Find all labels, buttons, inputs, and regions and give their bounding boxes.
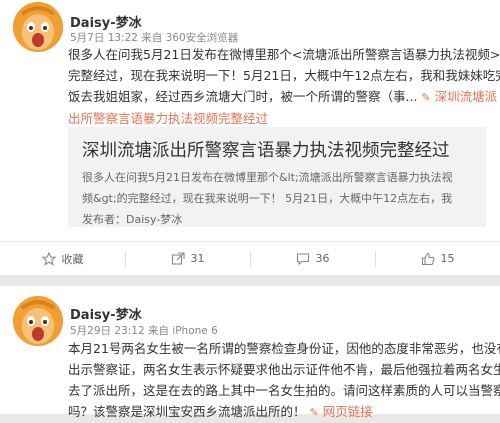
share-card[interactable]: 深圳流塘派出所警察言语暴力执法视频完整经过 很多人在问我5月21日发布在微博里那… [68, 127, 486, 227]
link-label: 网页链接 [322, 404, 373, 419]
post-body: 很多人在问我5月21日发布在微博里那个<流塘派出所警察言语暴力执法视频>的 完整… [68, 44, 500, 129]
share-card-author: 发布者：Daisy-梦冰 [82, 213, 183, 226]
share-desc-line: 很多人在问我5月21日发布在微博里那个&lt;流塘派出所警察言语暴力执法视 [82, 171, 453, 184]
like-count: 15 [440, 252, 455, 265]
forward-icon [171, 251, 185, 266]
post-meta: 5月29日 23:12 来自 iPhone 6 [70, 325, 218, 337]
post-card: Daisy-梦冰 5月29日 23:12 来自 iPhone 6 本月21号两名… [0, 286, 500, 419]
article-link[interactable]: ✎ 深圳流塘派 [421, 89, 497, 104]
article-link-continued[interactable]: 出所警察言语暴力执法视频完整经过 [68, 111, 268, 126]
link-icon: ✎ [421, 91, 431, 104]
body-line: 本月21号两名女生被一名所谓的警察检查身份证，因他的态度非常恶劣，也没有 [68, 341, 500, 356]
avatar[interactable] [13, 296, 63, 346]
author-name[interactable]: Daisy-梦冰 [70, 12, 142, 31]
avatar-image-icon [13, 2, 63, 52]
web-link[interactable]: ✎ 网页链接 [310, 404, 373, 419]
comment-button[interactable]: 36 [250, 242, 375, 275]
forward-count: 31 [190, 252, 205, 265]
post-card: Daisy-梦冰 5月7日 13:22 来自 360安全浏览器 很多人在问我5月… [0, 0, 500, 275]
forward-button[interactable]: 31 [125, 242, 250, 275]
like-button[interactable]: 15 [375, 242, 500, 275]
link-icon: ✎ [309, 406, 319, 419]
body-line: 出示警察证，两名女生表示怀疑要求他出示证件他不肯，最后他强拉着两名女生 [68, 362, 500, 377]
action-bar: 收藏 31 36 15 [0, 241, 500, 275]
author-name[interactable]: Daisy-梦冰 [70, 304, 142, 323]
body-line: 去了派出所，这是在去的路上其中一名女生拍的。请问这样素质的人可以当警察 [68, 383, 500, 398]
share-card-desc: 很多人在问我5月21日发布在微博里那个&lt;流塘派出所警察言语暴力执法视 频&… [82, 167, 453, 230]
share-desc-line: 频&gt;的完整经过，现在我来说明一下！ 5月21日，大概中午12点左右，我 [82, 192, 453, 205]
avatar[interactable] [13, 2, 63, 52]
post-body: 本月21号两名女生被一名所谓的警察检查身份证，因他的态度非常恶劣，也没有 出示警… [68, 338, 500, 423]
body-line: 很多人在问我5月21日发布在微博里那个<流塘派出所警察言语暴力执法视频>的 [68, 47, 500, 62]
body-line: 吗？该警察是深圳宝安西乡流塘派出所的！ [68, 404, 306, 419]
post-meta: 5月7日 13:22 来自 360安全浏览器 [70, 32, 239, 44]
body-line: 完整经过，现在我来说明一下！5月21日，大概中午12点左右，我和我妹妹吃完 [68, 68, 500, 83]
share-card-title[interactable]: 深圳流塘派出所警察言语暴力执法视频完整经过 [82, 137, 450, 162]
comment-count: 36 [315, 252, 330, 265]
thumbs-up-icon [421, 252, 435, 266]
body-line: 饭去我姐姐家，经过西乡流塘大门时，被一个所谓的警察（事... [68, 89, 418, 104]
star-icon [41, 251, 56, 266]
favorite-button[interactable]: 收藏 [0, 242, 125, 275]
comment-icon [296, 252, 310, 266]
favorite-label: 收藏 [61, 252, 84, 266]
link-label: 深圳流塘派 [434, 89, 498, 104]
avatar-image-icon [13, 296, 63, 346]
